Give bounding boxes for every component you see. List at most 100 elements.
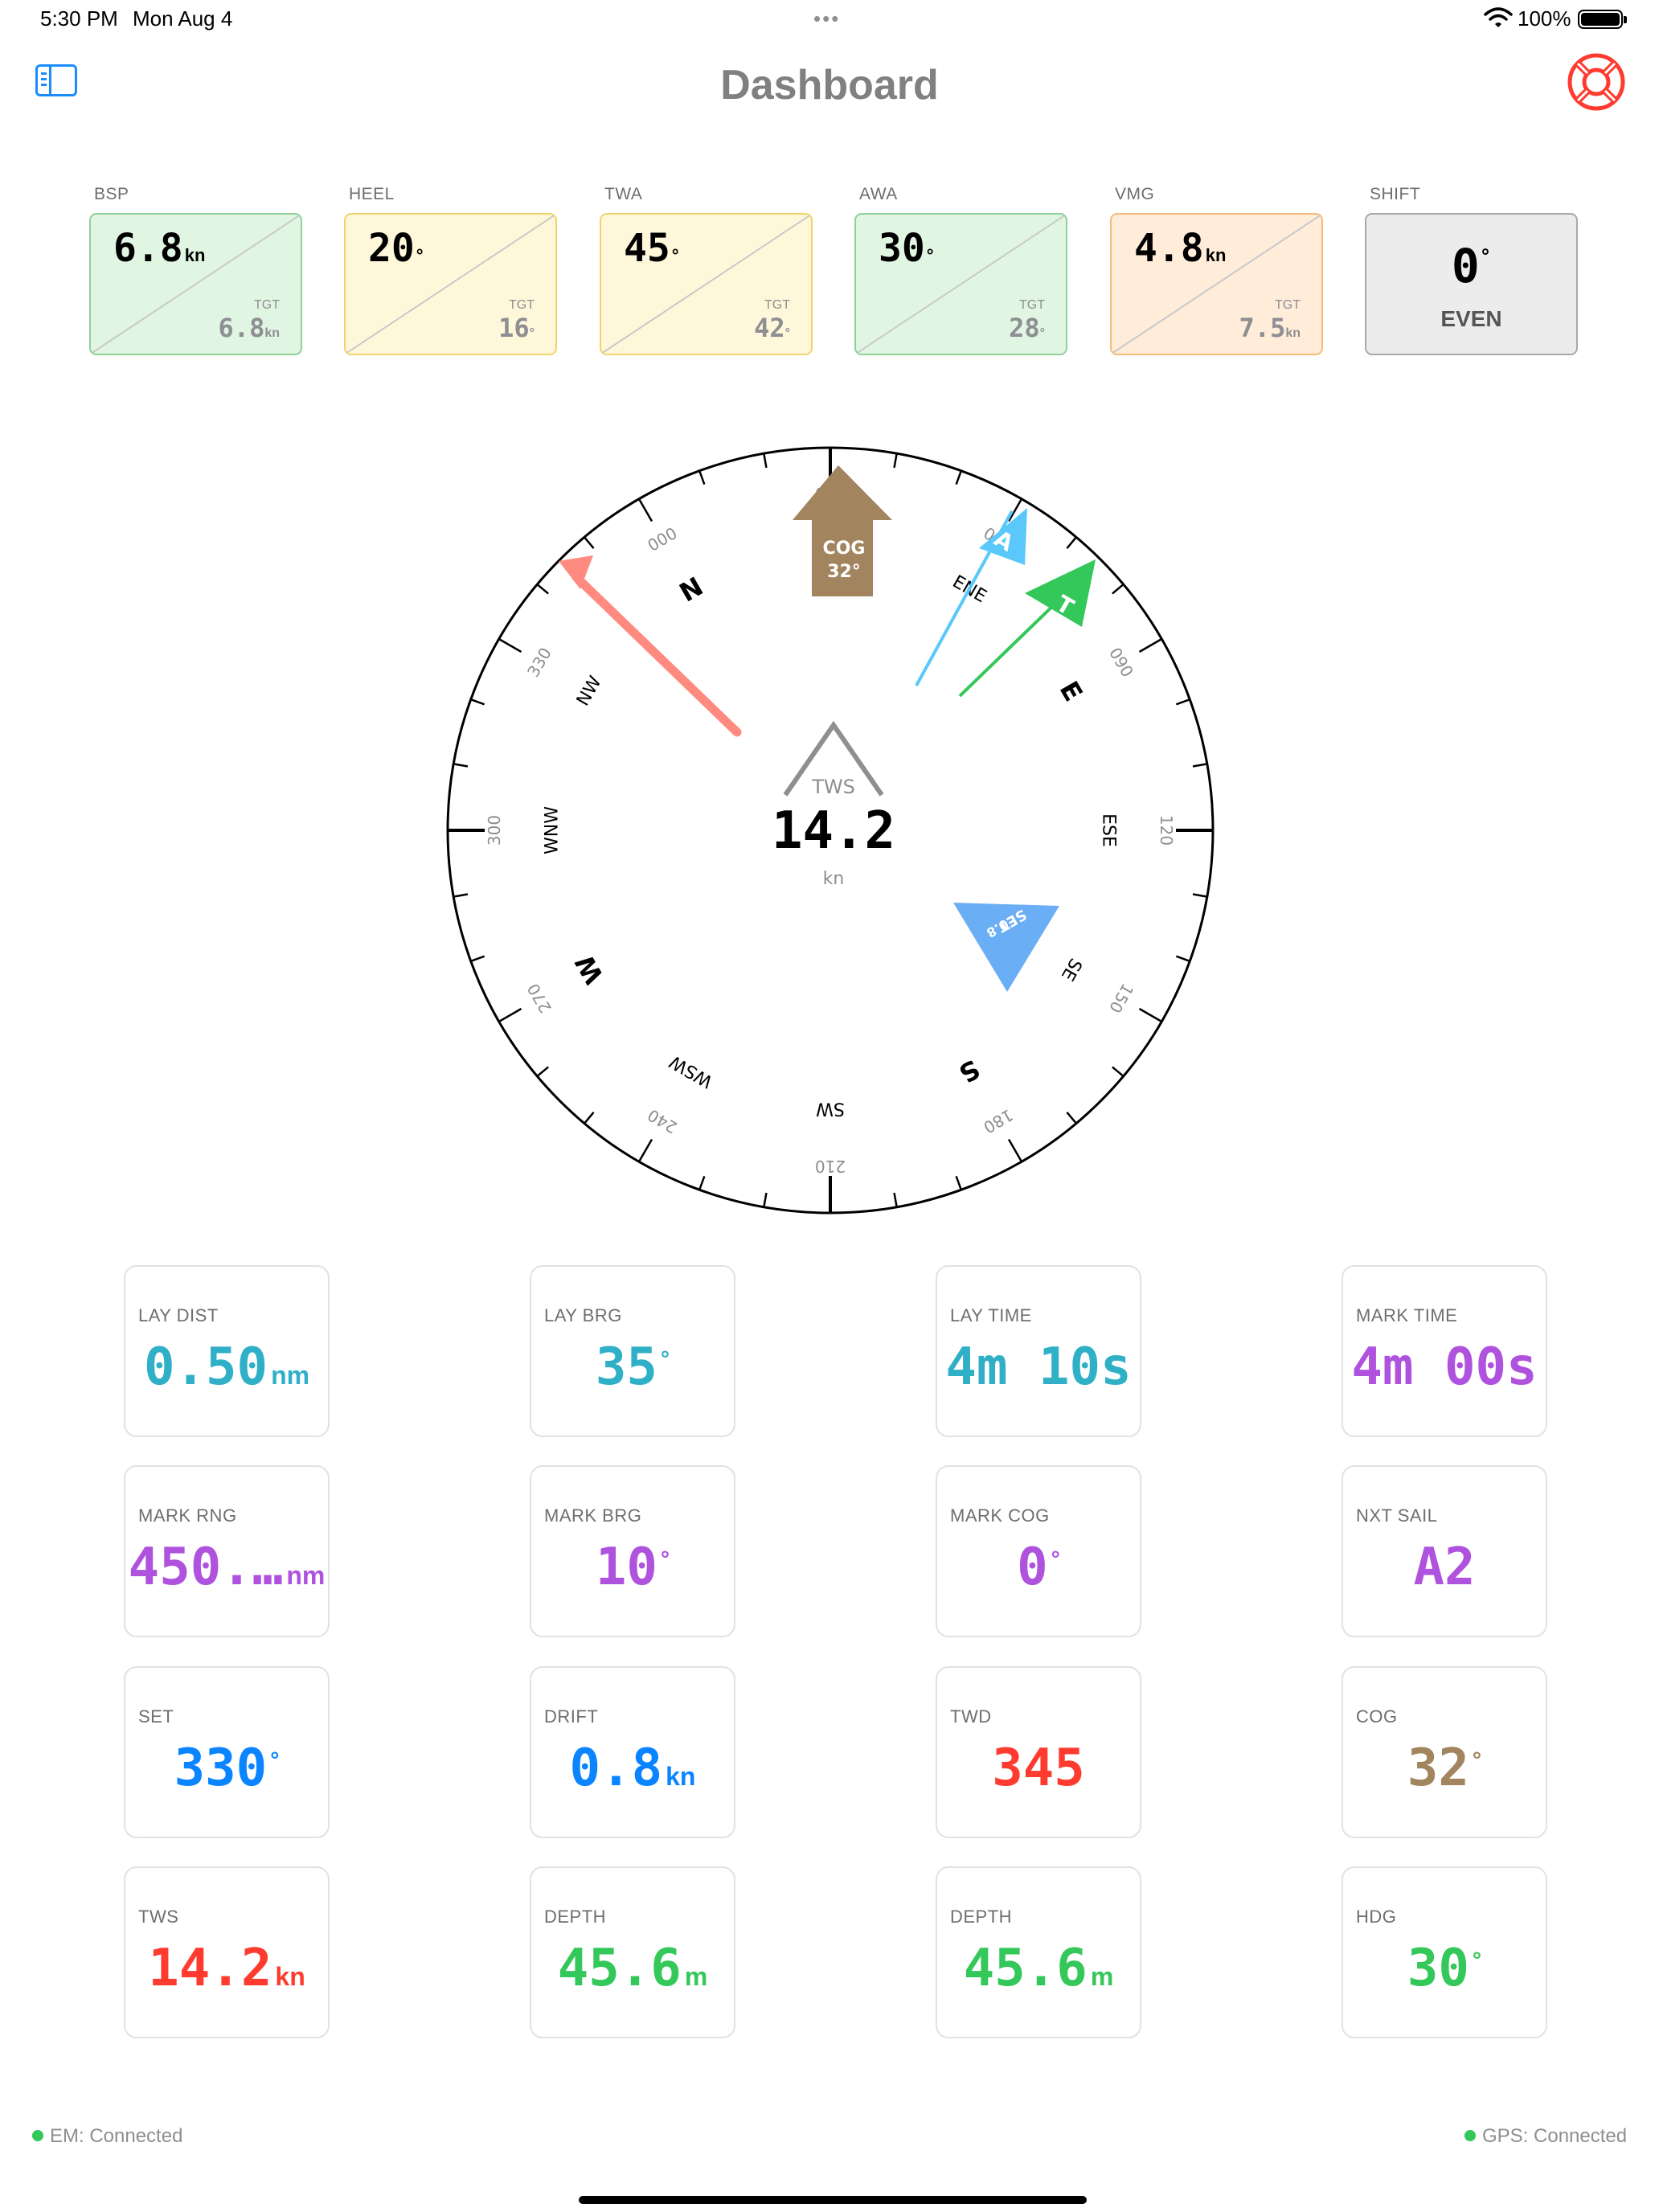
tile-label-bsp: BSP	[94, 185, 129, 203]
card-label: MARK RNG	[138, 1505, 237, 1526]
cog-value: 32°	[827, 562, 861, 582]
target-label: TGT	[764, 298, 790, 312]
card-value: 10 °	[595, 1538, 670, 1597]
card-label: HDG	[1356, 1907, 1397, 1927]
tile-bsp[interactable]: 6.8kn TGT 6.8kn	[89, 213, 302, 355]
card-lay-dist[interactable]: LAY DIST 0.50 nm	[124, 1265, 330, 1437]
tile-label-shift: SHIFT	[1370, 185, 1421, 203]
target-value: 7.5kn	[1239, 313, 1301, 343]
tile-value: 30°	[879, 226, 934, 271]
card-set[interactable]: SET 330 °	[124, 1666, 330, 1838]
target-label: TGT	[254, 298, 280, 312]
em-status-text: EM: Connected	[50, 2125, 183, 2147]
card-value: 4m 00s	[1351, 1337, 1538, 1397]
target-label: TGT	[1019, 298, 1045, 312]
card-label: LAY BRG	[544, 1305, 622, 1325]
card-label: TWD	[950, 1706, 992, 1727]
card-label: DEPTH	[544, 1907, 607, 1927]
card-value: 0 °	[1017, 1538, 1060, 1597]
status-date: Mon Aug 4	[133, 6, 233, 31]
card-value: 30 °	[1407, 1939, 1482, 1998]
degree-label: 120	[1157, 815, 1176, 846]
card-drift[interactable]: DRIFT 0.8 kn	[530, 1666, 735, 1838]
cog-label: COG	[823, 539, 866, 559]
card-depth[interactable]: DEPTH 45.6 m	[936, 1866, 1141, 2038]
shift-value: 0°	[1451, 239, 1492, 293]
card-value: 0.50 nm	[143, 1337, 310, 1397]
card-mark-rng[interactable]: MARK RNG 450.… nm	[124, 1465, 330, 1637]
gps-connection-status: GPS: Connected	[1464, 2125, 1627, 2148]
battery-percentage: 100%	[1518, 6, 1571, 31]
card-value: 32 °	[1407, 1739, 1482, 1798]
card-twd[interactable]: TWD 345	[936, 1666, 1141, 1838]
target-value: 28°	[1009, 313, 1045, 343]
card-depth[interactable]: DEPTH 45.6 m	[530, 1866, 735, 2038]
card-tws[interactable]: TWS 14.2 kn	[124, 1866, 330, 2038]
card-value: 35 °	[595, 1337, 670, 1397]
multitasking-dots-icon[interactable]: •••	[813, 6, 840, 31]
wifi-icon	[1484, 7, 1513, 27]
card-value: 345	[992, 1739, 1085, 1798]
compass-center-value: 14.2	[772, 801, 895, 861]
card-label: COG	[1356, 1706, 1398, 1727]
degree-label: 300	[485, 815, 504, 846]
tile-twa[interactable]: 45° TGT 42°	[600, 213, 813, 355]
card-value: 450.… nm	[128, 1538, 326, 1597]
degree-label: 210	[815, 1157, 846, 1176]
card-value: 14.2 kn	[148, 1939, 305, 1998]
card-label: DEPTH	[950, 1907, 1013, 1927]
tile-value: 45°	[624, 226, 679, 271]
compass-center-label: TWS	[811, 776, 855, 798]
card-label: DRIFT	[544, 1706, 599, 1727]
card-hdg[interactable]: HDG 30 °	[1342, 1866, 1547, 2038]
page-title: Dashboard	[720, 62, 939, 109]
tile-shift[interactable]: 0° EVEN	[1365, 213, 1578, 355]
gps-status-dot	[1464, 2130, 1476, 2141]
card-value: 0.8 kn	[569, 1739, 696, 1798]
target-label: TGT	[509, 298, 535, 312]
target-value: 16°	[498, 313, 535, 343]
card-lay-brg[interactable]: LAY BRG 35 °	[530, 1265, 735, 1437]
gps-status-text: GPS: Connected	[1482, 2125, 1628, 2147]
tile-heel[interactable]: 20° TGT 16°	[344, 213, 557, 355]
status-time: 5:30 PM	[40, 6, 118, 31]
tile-label-awa: AWA	[859, 185, 898, 203]
card-label: LAY DIST	[138, 1305, 219, 1325]
card-label: TWS	[138, 1907, 179, 1927]
tile-label-heel: HEEL	[349, 185, 395, 203]
card-lay-time[interactable]: LAY TIME 4m 10s	[936, 1265, 1141, 1437]
compass-rose: 000030060090120150180210240270300330NNEE…	[446, 446, 1215, 1215]
shift-direction: EVEN	[1440, 306, 1502, 331]
cardinal-label: ESE	[1099, 813, 1119, 847]
tile-value: 20°	[368, 226, 424, 271]
em-connection-status: EM: Connected	[32, 2125, 182, 2148]
card-mark-time[interactable]: MARK TIME 4m 00s	[1342, 1265, 1547, 1437]
home-indicator[interactable]	[579, 2196, 1087, 2204]
card-cog[interactable]: COG 32 °	[1342, 1666, 1547, 1838]
card-nxt-sail[interactable]: NXT SAIL A2	[1342, 1465, 1547, 1637]
card-label: MARK TIME	[1356, 1305, 1458, 1325]
card-mark-cog[interactable]: MARK COG 0 °	[936, 1465, 1141, 1637]
card-value: 4m 10s	[945, 1337, 1132, 1397]
card-value: 45.6 m	[557, 1939, 708, 1998]
card-label: MARK COG	[950, 1505, 1050, 1526]
card-label: NXT SAIL	[1356, 1505, 1438, 1526]
card-value: 330 °	[174, 1739, 280, 1798]
tile-awa[interactable]: 30° TGT 28°	[854, 213, 1067, 355]
tile-label-vmg: VMG	[1115, 185, 1155, 203]
target-value: 6.8kn	[218, 313, 280, 343]
target-label: TGT	[1275, 298, 1301, 312]
compass-center-unit: kn	[823, 869, 845, 889]
tile-vmg[interactable]: 4.8kn TGT 7.5kn	[1110, 213, 1323, 355]
card-label: LAY TIME	[950, 1305, 1032, 1325]
tile-value: 6.8kn	[113, 226, 206, 271]
em-status-dot	[32, 2130, 43, 2141]
card-value: 45.6 m	[963, 1939, 1114, 1998]
cardinal-label: WNW	[543, 806, 563, 854]
tile-label-twa: TWA	[604, 185, 643, 203]
battery-icon	[1578, 10, 1627, 29]
lifebuoy-icon[interactable]	[1566, 51, 1627, 113]
card-mark-brg[interactable]: MARK BRG 10 °	[530, 1465, 735, 1637]
card-label: MARK BRG	[544, 1505, 642, 1526]
cardinal-label: SW	[816, 1099, 845, 1119]
